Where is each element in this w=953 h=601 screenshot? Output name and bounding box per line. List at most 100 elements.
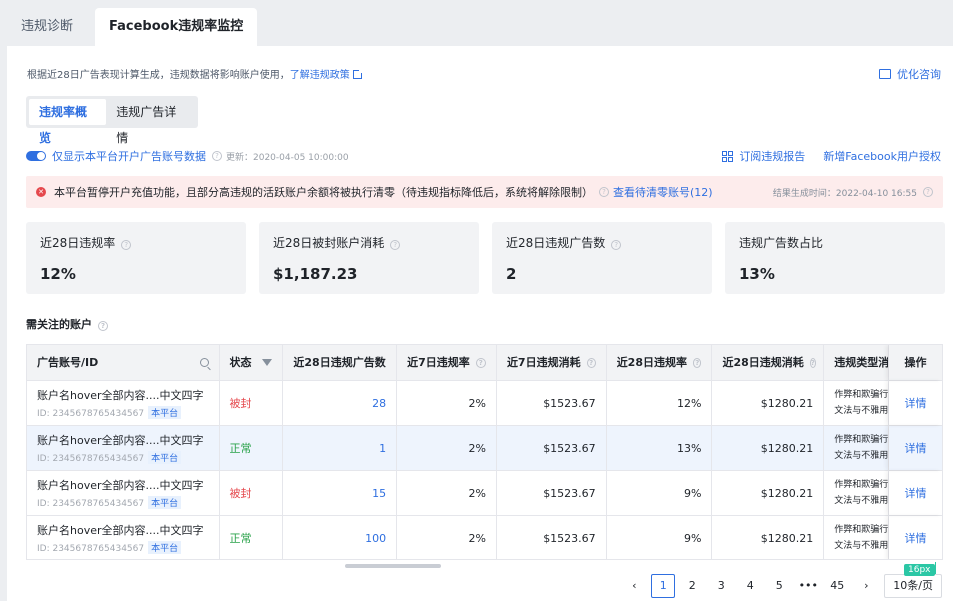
col-action: 操作: [889, 345, 942, 380]
external-link-icon[interactable]: [352, 69, 363, 79]
subtab-ad-details[interactable]: 违规广告详情: [106, 99, 195, 145]
page-button[interactable]: 5: [767, 574, 791, 598]
add-facebook-auth-button[interactable]: 新增Facebook用户授权: [823, 148, 941, 164]
info-note: 根据近28日广告表现计算生成，违规数据将影响账户使用，了解违规政策: [27, 66, 363, 81]
help-icon[interactable]: ?: [475, 357, 486, 368]
consult-button[interactable]: 优化咨询: [879, 66, 941, 82]
main-panel: 根据近28日广告表现计算生成，违规数据将影响账户使用，了解违规政策 优化咨询 违…: [7, 46, 953, 601]
help-icon[interactable]: ?: [586, 357, 596, 368]
stat-value: 13%: [739, 265, 775, 283]
stat-card: 近28日违规广告数? 2: [492, 222, 712, 294]
table-header: 广告账号/ID 状态 近28日违规广告数 近7日违规率? 近7日违规消耗? 近2…: [27, 345, 942, 381]
stat-card: 近28日违规率? 12%: [26, 222, 246, 294]
subtab-overview[interactable]: 违规率概览: [29, 99, 107, 145]
detail-link[interactable]: 详情: [889, 516, 942, 559]
tab-violation-diagnosis[interactable]: 违规诊断: [7, 8, 87, 46]
ads-count-link[interactable]: 28: [283, 381, 398, 425]
help-icon[interactable]: ?: [611, 240, 622, 250]
search-icon[interactable]: [199, 358, 209, 367]
stat-label: 近28日违规广告数?: [506, 234, 698, 251]
account-id: ID: 2345678765434567 本平台: [37, 541, 182, 554]
stat-value: $1,187.23: [273, 265, 358, 283]
rate7-cell: 2%: [397, 426, 497, 470]
stat-cards: 近28日违规率? 12% 近28日被封账户消耗? $1,187.23 近28日违…: [26, 222, 945, 294]
cost28-cell: $1280.21: [712, 516, 825, 559]
account-id: ID: 2345678765434567 本平台: [37, 451, 182, 464]
help-icon[interactable]: ?: [390, 240, 401, 250]
horizontal-scrollbar[interactable]: [345, 564, 441, 568]
consult-label: 优化咨询: [897, 68, 941, 81]
next-page-button[interactable]: ›: [854, 574, 878, 598]
page-button[interactable]: 4: [738, 574, 762, 598]
rate7-cell: 2%: [397, 471, 497, 515]
section-title: 需关注的账户?: [26, 316, 108, 332]
ads-count-link[interactable]: 100: [283, 516, 398, 559]
detail-link[interactable]: 详情: [889, 381, 942, 425]
rate7-cell: 2%: [397, 516, 497, 559]
help-icon[interactable]: ?: [809, 357, 816, 368]
platform-only-label: 仅显示本平台开户广告账号数据: [52, 150, 206, 163]
stat-card: 近28日被封账户消耗? $1,187.23: [259, 222, 479, 294]
col-status: 状态: [220, 345, 284, 380]
stat-value: 2: [506, 265, 517, 283]
update-time: 更新：2020-04-05 10:00:00: [226, 152, 349, 163]
account-cell: 账户名hover全部内容....中文四字 ID: 234567876543456…: [27, 471, 220, 515]
rate28-cell: 13%: [607, 426, 713, 470]
col-cost28: 近28日违规消耗?: [712, 345, 825, 380]
col-cost7: 近7日违规消耗?: [497, 345, 607, 380]
help-icon[interactable]: ?: [693, 357, 702, 368]
account-name[interactable]: 账户名hover全部内容....中文四字: [37, 432, 204, 448]
prev-page-button[interactable]: ‹: [622, 574, 646, 598]
rate28-cell: 9%: [607, 471, 713, 515]
subscribe-report-button[interactable]: 订阅违规报告: [739, 148, 805, 164]
account-name[interactable]: 账户名hover全部内容....中文四字: [37, 477, 204, 493]
pagination: ‹ 1 2 3 4 5 ••• 45 › 10条/页: [617, 574, 942, 598]
measure-line: [935, 562, 936, 574]
time-help-icon[interactable]: ?: [923, 187, 933, 197]
ads-count-link[interactable]: 15: [283, 471, 398, 515]
page-button[interactable]: 45: [825, 574, 849, 598]
page-button[interactable]: 3: [709, 574, 733, 598]
detail-link[interactable]: 详情: [889, 471, 942, 515]
result-time: 结果生成时间：2022-04-10 16:55: [772, 188, 917, 199]
page-size-select[interactable]: 10条/页: [884, 574, 942, 598]
status-cell: 正常: [220, 516, 284, 559]
ads-count-link[interactable]: 1: [283, 426, 398, 470]
cost7-cell: $1523.67: [497, 516, 607, 559]
stat-label: 近28日被封账户消耗?: [273, 234, 465, 251]
policy-link[interactable]: 了解违规政策: [290, 70, 350, 81]
stat-label: 近28日违规率?: [40, 234, 232, 251]
status-cell: 被封: [220, 381, 284, 425]
help-icon[interactable]: ?: [212, 151, 222, 161]
help-icon[interactable]: ?: [121, 240, 132, 250]
page-button[interactable]: 1: [651, 574, 676, 598]
stat-label: 违规广告数占比: [739, 236, 824, 250]
info-note-text: 根据近28日广告表现计算生成，违规数据将影响账户使用，: [27, 70, 290, 81]
top-tabs: 违规诊断 Facebook违规率监控: [7, 8, 258, 46]
top-actions: 订阅违规报告 新增Facebook用户授权: [722, 148, 941, 164]
table-row: 账户名hover全部内容....中文四字 ID: 234567876543456…: [27, 426, 942, 471]
table-row: 账户名hover全部内容....中文四字 ID: 234567876543456…: [27, 471, 942, 516]
account-id: ID: 2345678765434567 本平台: [37, 406, 182, 419]
account-cell: 账户名hover全部内容....中文四字 ID: 234567876543456…: [27, 516, 220, 559]
help-icon[interactable]: ?: [98, 321, 108, 331]
filter-icon[interactable]: [262, 359, 273, 366]
view-pending-accounts-link[interactable]: 查看待清零账号(12): [613, 184, 713, 200]
alert-text: 本平台暂停开户充值功能，且部分高违规的活跃账户余额将被执行清零（待违规指标降低后…: [54, 186, 593, 199]
cost7-cell: $1523.67: [497, 426, 607, 470]
alert-help-icon[interactable]: ?: [599, 187, 609, 197]
status-cell: 正常: [220, 426, 284, 470]
page-button[interactable]: 2: [680, 574, 704, 598]
col-account: 广告账号/ID: [27, 345, 220, 380]
type-cell: 作弊和欺骗行为文法与不雅用语: [824, 426, 890, 470]
cost28-cell: $1280.21: [712, 471, 825, 515]
detail-link[interactable]: 详情: [889, 426, 942, 470]
col-rate7: 近7日违规率?: [397, 345, 497, 380]
platform-only-toggle[interactable]: [26, 151, 46, 161]
rate7-cell: 2%: [397, 381, 497, 425]
measure-label: 16px: [904, 564, 935, 576]
account-name[interactable]: 账户名hover全部内容....中文四字: [37, 387, 204, 403]
ellipsis-button[interactable]: •••: [796, 574, 820, 598]
tab-facebook-violation-monitor[interactable]: Facebook违规率监控: [95, 8, 258, 46]
account-name[interactable]: 账户名hover全部内容....中文四字: [37, 522, 204, 538]
